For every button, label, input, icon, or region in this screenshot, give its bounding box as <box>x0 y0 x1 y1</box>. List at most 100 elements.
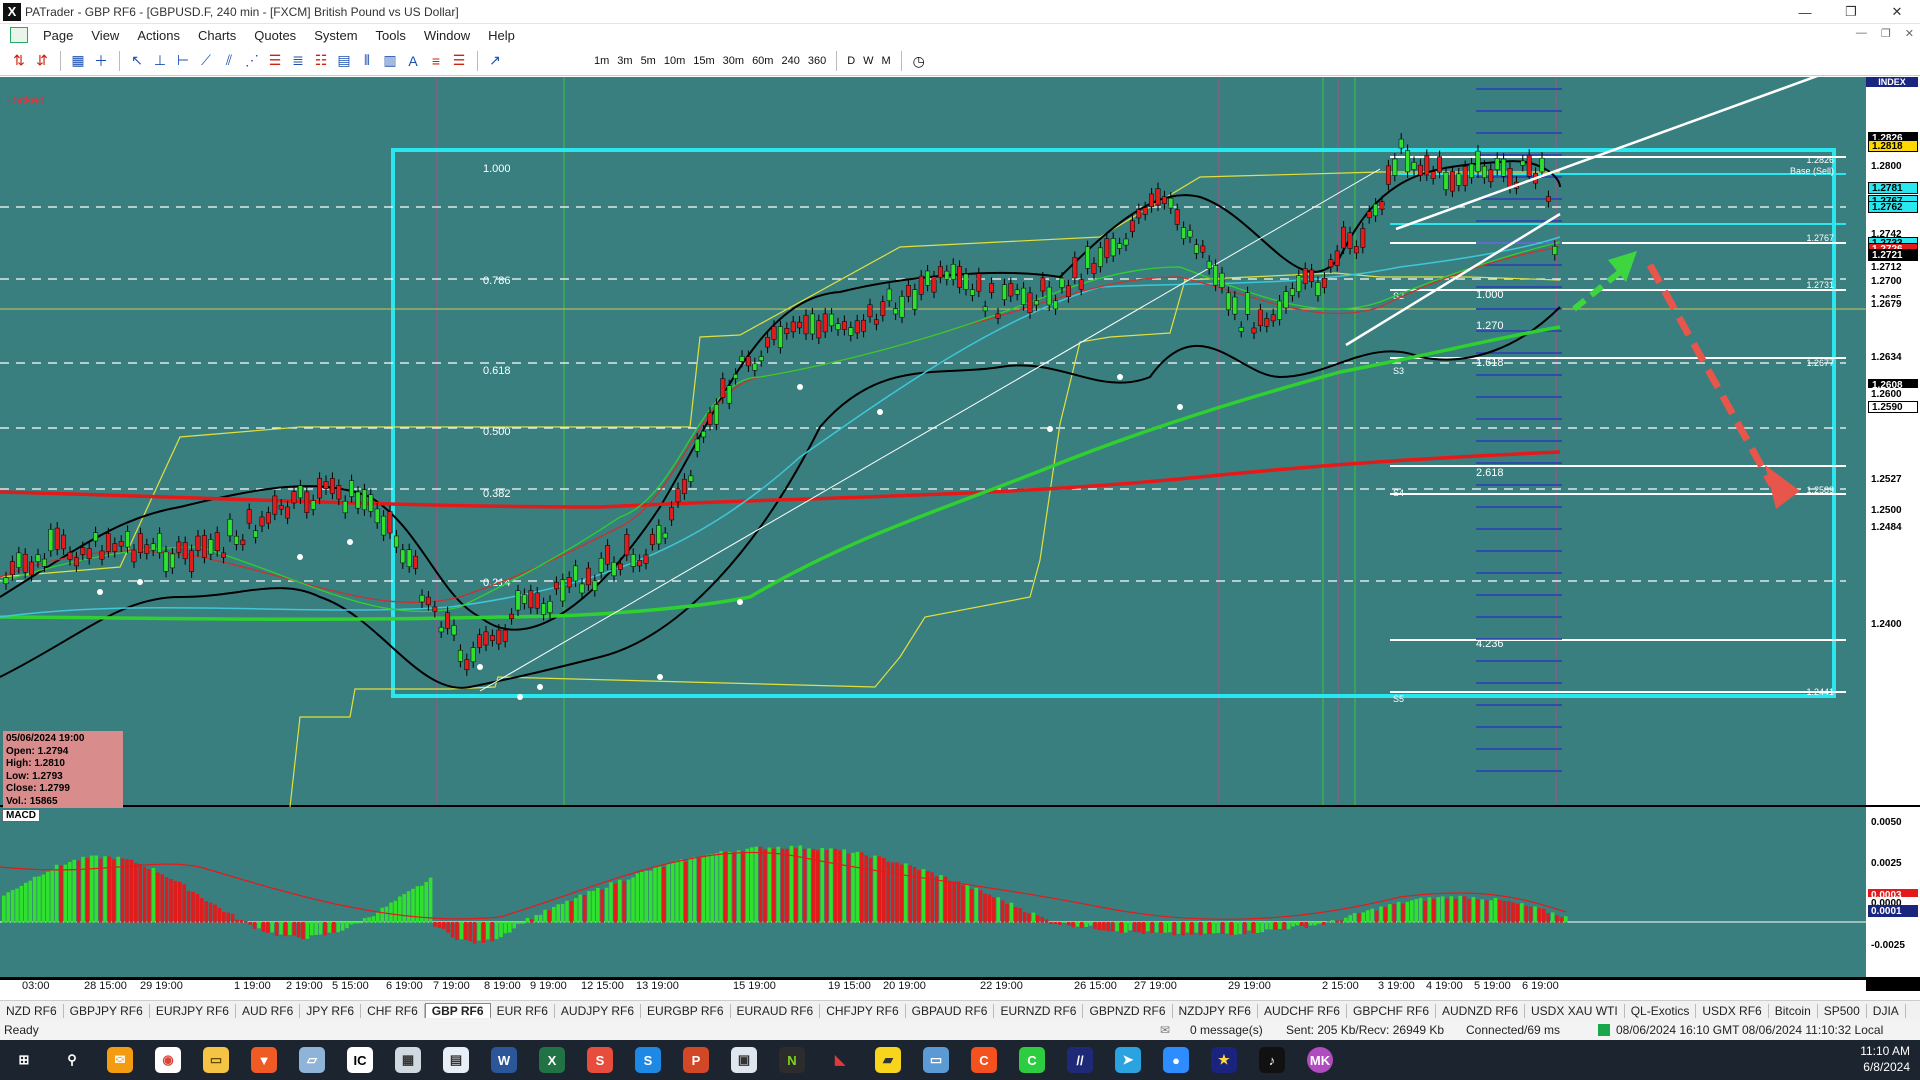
levels-icon[interactable]: ≡ <box>425 50 447 72</box>
mdi-restore-icon[interactable]: ❐ <box>1881 27 1891 40</box>
menu-view[interactable]: View <box>82 28 128 43</box>
pitchfork-icon[interactable]: ▥ <box>379 50 401 72</box>
wave-app-icon[interactable]: ◣ <box>827 1047 853 1073</box>
trendline-icon[interactable]: ⟋ <box>195 50 217 72</box>
photos-icon[interactable]: ▣ <box>731 1047 757 1073</box>
buy-sell-icon[interactable]: ⇅ <box>8 50 30 72</box>
mdi-minimize-icon[interactable]: — <box>1856 27 1867 40</box>
calculator-icon[interactable]: ▦ <box>395 1047 421 1073</box>
symbol-tab[interactable]: USDX XAU WTI <box>1525 1003 1625 1018</box>
horizontal-line-icon[interactable]: ⊥ <box>149 50 171 72</box>
notes-icon[interactable]: ▱ <box>299 1047 325 1073</box>
crosshair-icon[interactable]: ＋ <box>90 50 112 72</box>
chart-canvas[interactable]: 1.0000.7860.6180.5000.3820.2141.0001.270… <box>0 77 1920 991</box>
ninjatrader-icon[interactable]: N <box>779 1047 805 1073</box>
timeframe-weekly[interactable]: W <box>859 55 877 67</box>
fib-extension-icon[interactable]: ≣ <box>287 50 309 72</box>
s-app-icon[interactable]: S <box>587 1047 613 1073</box>
clock-icon[interactable]: ◷ <box>908 50 930 72</box>
timeframe-daily[interactable]: D <box>843 55 859 67</box>
powerpoint-icon[interactable]: P <box>683 1047 709 1073</box>
menu-help[interactable]: Help <box>479 28 524 43</box>
chart-icon[interactable]: ▦ <box>67 50 89 72</box>
price-chart[interactable]: 1.000 0.786 0.618 0.500 0.382 0.214 1.000 1.270… <box>0 77 1920 993</box>
tiktok-icon[interactable]: ♪ <box>1259 1047 1285 1073</box>
timeframe-5m[interactable]: 5m <box>637 55 660 67</box>
star-app-icon[interactable]: ★ <box>1211 1047 1237 1073</box>
timeframe-30m[interactable]: 30m <box>719 55 748 67</box>
menu-quotes[interactable]: Quotes <box>245 28 305 43</box>
fib-retracement-icon[interactable]: ☰ <box>264 50 286 72</box>
chart-page-icon[interactable] <box>10 27 28 43</box>
mdi-close-icon[interactable]: ✕ <box>1905 27 1914 40</box>
timeframe-1m[interactable]: 1m <box>590 55 613 67</box>
taskbar-clock[interactable]: 11:10 AM 6/8/2024 <box>1860 1043 1910 1075</box>
symbol-tab[interactable]: GBPAUD RF6 <box>906 1003 995 1018</box>
symbol-tab[interactable]: JPY RF6 <box>300 1003 362 1018</box>
skype-icon[interactable]: S <box>635 1047 661 1073</box>
restore-button[interactable]: ❐ <box>1828 0 1874 24</box>
symbol-tab[interactable]: EURGBP RF6 <box>641 1003 731 1018</box>
word-icon[interactable]: W <box>491 1047 517 1073</box>
symbol-tab[interactable]: EURAUD RF6 <box>731 1003 821 1018</box>
menu-page[interactable]: Page <box>34 28 82 43</box>
chrome-icon[interactable]: ◉ <box>155 1047 181 1073</box>
fib-fan-icon[interactable]: ⋰ <box>241 50 263 72</box>
symbol-tab[interactable]: AUDNZD RF6 <box>1436 1003 1526 1018</box>
sticky-notes-icon[interactable]: ▰ <box>875 1047 901 1073</box>
channel-icon[interactable]: ⫽ <box>218 50 240 72</box>
excel-icon[interactable]: X <box>539 1047 565 1073</box>
start-icon[interactable]: ⊞ <box>11 1047 37 1073</box>
menu-charts[interactable]: Charts <box>189 28 245 43</box>
minimize-button[interactable]: — <box>1782 0 1828 24</box>
indicator-icon[interactable]: ↗ <box>484 50 506 72</box>
symbol-tab[interactable]: EURNZD RF6 <box>994 1003 1084 1018</box>
mail-icon[interactable]: ✉ <box>1160 1023 1170 1037</box>
camtasia-icon[interactable]: C <box>1019 1047 1045 1073</box>
order-icon[interactable]: ⇵ <box>31 50 53 72</box>
ic-app-icon[interactable]: IC <box>347 1047 373 1073</box>
symbol-tab[interactable]: GBPJPY RF6 <box>64 1003 150 1018</box>
timeframe-240[interactable]: 240 <box>777 55 803 67</box>
pointer-icon[interactable]: ↖ <box>126 50 148 72</box>
symbol-tab[interactable]: Bitcoin <box>1769 1003 1818 1018</box>
brave-icon[interactable]: ▼ <box>251 1047 277 1073</box>
search-icon[interactable]: ⚲ <box>59 1047 85 1073</box>
timeframe-3m[interactable]: 3m <box>613 55 636 67</box>
status-messages[interactable]: 0 message(s) <box>1190 1023 1263 1037</box>
symbol-tab[interactable]: AUD RF6 <box>236 1003 301 1018</box>
symbol-tab[interactable]: GBPCHF RF6 <box>1347 1003 1436 1018</box>
gann-icon[interactable]: ▤ <box>333 50 355 72</box>
c-app-icon[interactable]: C <box>971 1047 997 1073</box>
zoom-icon[interactable]: ● <box>1163 1047 1189 1073</box>
mail-app-icon[interactable]: ✉ <box>107 1047 133 1073</box>
menu-actions[interactable]: Actions <box>128 28 189 43</box>
symbol-tab[interactable]: NZDJPY RF6 <box>1173 1003 1258 1018</box>
patrader-icon[interactable]: ▤ <box>443 1047 469 1073</box>
symbol-tab[interactable]: SP500 <box>1818 1003 1867 1018</box>
timeframe-60m[interactable]: 60m <box>748 55 777 67</box>
symbol-tab[interactable]: CHF RF6 <box>361 1003 425 1018</box>
symbol-tab[interactable]: EURJPY RF6 <box>150 1003 236 1018</box>
close-button[interactable]: ✕ <box>1874 0 1920 24</box>
symbol-tab[interactable]: AUDJPY RF6 <box>555 1003 642 1018</box>
symbol-tab[interactable]: AUDCHF RF6 <box>1258 1003 1347 1018</box>
screen-app-icon[interactable]: ▭ <box>923 1047 949 1073</box>
symbol-tab[interactable]: USDX RF6 <box>1696 1003 1769 1018</box>
symbol-tab[interactable]: GBPNZD RF6 <box>1083 1003 1173 1018</box>
menu-system[interactable]: System <box>305 28 366 43</box>
symbol-tab[interactable]: CHFJPY RF6 <box>820 1003 906 1018</box>
symbol-tab[interactable]: NZD RF6 <box>0 1003 64 1018</box>
vertical-line-icon[interactable]: ⊢ <box>172 50 194 72</box>
m-app-icon[interactable]: // <box>1067 1047 1093 1073</box>
fib-time-icon[interactable]: ☷ <box>310 50 332 72</box>
menu-tools[interactable]: Tools <box>367 28 415 43</box>
file-explorer-icon[interactable]: ▭ <box>203 1047 229 1073</box>
symbol-tab[interactable]: GBP RF6 <box>424 1003 491 1018</box>
symbol-tab[interactable]: QL-Exotics <box>1625 1003 1697 1018</box>
profile-avatar[interactable]: MK <box>1307 1047 1333 1073</box>
timeframe-15m[interactable]: 15m <box>689 55 718 67</box>
text-tool-icon[interactable]: A <box>402 50 424 72</box>
timeframe-monthly[interactable]: M <box>878 55 895 67</box>
cycle-lines-icon[interactable]: ⦀ <box>356 50 378 72</box>
